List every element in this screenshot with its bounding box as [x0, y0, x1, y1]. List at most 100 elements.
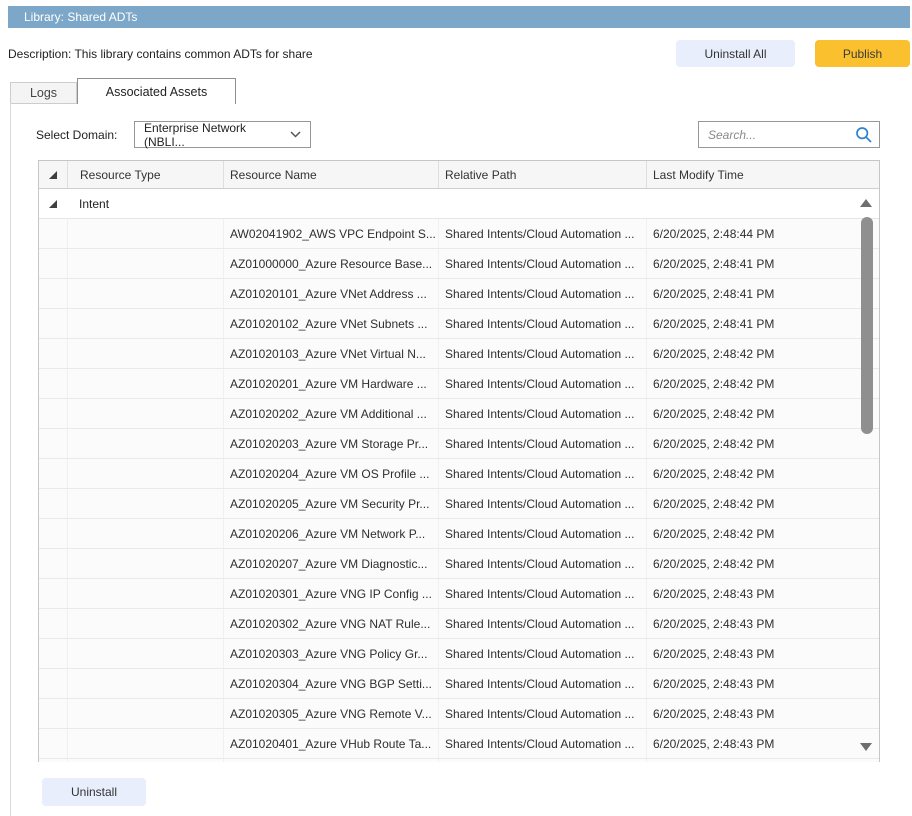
row-relative-path-cell: Shared Intents/Cloud Automation ...	[438, 579, 646, 608]
scroll-down-icon[interactable]	[860, 743, 872, 751]
table-row[interactable]: AZ01020101_Azure VNet Address ... Shared…	[39, 279, 879, 309]
row-relative-path-cell: Shared Intents/Cloud Automation ...	[438, 219, 646, 248]
row-resource-type-cell	[67, 729, 223, 758]
row-resource-type-cell	[67, 699, 223, 728]
table-row[interactable]	[39, 759, 879, 762]
row-resource-name-cell: AZ01020305_Azure VNG Remote V...	[223, 699, 438, 728]
domain-dropdown-value: Enterprise Network (NBLI...	[144, 121, 290, 149]
search-box	[698, 121, 880, 148]
domain-dropdown[interactable]: Enterprise Network (NBLI...	[134, 121, 311, 148]
uninstall-button[interactable]: Uninstall	[42, 778, 146, 806]
row-resource-name-cell: AZ01020401_Azure VHub Route Ta...	[223, 729, 438, 758]
row-expander-cell	[39, 309, 67, 338]
row-resource-type-cell	[67, 459, 223, 488]
table-row[interactable]: AZ01020304_Azure VNG BGP Setti... Shared…	[39, 669, 879, 699]
tab-logs[interactable]: Logs	[10, 82, 77, 104]
column-header-relative-path[interactable]: Relative Path	[438, 161, 646, 188]
header-expand-all-cell[interactable]	[39, 161, 67, 188]
window-title-bar: Library: Shared ADTs	[8, 6, 910, 28]
uninstall-all-button[interactable]: Uninstall All	[676, 40, 795, 67]
row-expander-cell	[39, 489, 67, 518]
row-expander-cell	[39, 459, 67, 488]
row-resource-type-cell	[67, 399, 223, 428]
table-row[interactable]: AZ01020301_Azure VNG IP Config ... Share…	[39, 579, 879, 609]
row-last-modify-time-cell: 6/20/2025, 2:48:43 PM	[646, 639, 879, 668]
select-domain-label: Select Domain:	[36, 128, 117, 142]
row-resource-type-cell	[67, 249, 223, 278]
row-expander-cell	[39, 399, 67, 428]
scroll-up-icon[interactable]	[860, 199, 872, 207]
row-last-modify-time-cell: 6/20/2025, 2:48:42 PM	[646, 399, 879, 428]
row-resource-name-cell: AZ01020304_Azure VNG BGP Setti...	[223, 669, 438, 698]
row-resource-name-cell: AZ01020203_Azure VM Storage Pr...	[223, 429, 438, 458]
table-row[interactable]: AZ01020202_Azure VM Additional ... Share…	[39, 399, 879, 429]
row-last-modify-time-cell: 6/20/2025, 2:48:42 PM	[646, 339, 879, 368]
panel-border	[10, 103, 11, 816]
scrollbar-thumb[interactable]	[861, 217, 873, 434]
table-row[interactable]: AZ01020305_Azure VNG Remote V... Shared …	[39, 699, 879, 729]
row-expander-cell	[39, 699, 67, 728]
row-resource-type-cell	[67, 549, 223, 578]
row-last-modify-time-cell: 6/20/2025, 2:48:42 PM	[646, 459, 879, 488]
row-last-modify-time-cell: 6/20/2025, 2:48:44 PM	[646, 219, 879, 248]
row-resource-name-cell: AZ01020205_Azure VM Security Pr...	[223, 489, 438, 518]
row-expander-cell	[39, 609, 67, 638]
row-last-modify-time-cell: 6/20/2025, 2:48:43 PM	[646, 579, 879, 608]
group-row-intent[interactable]: Intent	[39, 189, 879, 219]
row-relative-path-cell: Shared Intents/Cloud Automation ...	[438, 369, 646, 398]
search-input[interactable]	[708, 128, 855, 142]
table-row[interactable]: AZ01020401_Azure VHub Route Ta... Shared…	[39, 729, 879, 759]
row-resource-name-cell: AZ01020103_Azure VNet Virtual N...	[223, 339, 438, 368]
column-header-resource-type[interactable]: Resource Type	[67, 161, 223, 188]
row-resource-type-cell	[67, 579, 223, 608]
row-expander-cell	[39, 519, 67, 548]
row-resource-name-cell: AZ01020201_Azure VM Hardware ...	[223, 369, 438, 398]
table-row[interactable]: AZ01020201_Azure VM Hardware ... Shared …	[39, 369, 879, 399]
table-row[interactable]: AZ01020206_Azure VM Network P... Shared …	[39, 519, 879, 549]
table-row[interactable]: AZ01020303_Azure VNG Policy Gr... Shared…	[39, 639, 879, 669]
row-resource-name-cell: AZ01020202_Azure VM Additional ...	[223, 399, 438, 428]
row-last-modify-time-cell: 6/20/2025, 2:48:42 PM	[646, 489, 879, 518]
table-header-row: Resource Type Resource Name Relative Pat…	[39, 161, 879, 189]
row-relative-path-cell: Shared Intents/Cloud Automation ...	[438, 729, 646, 758]
row-resource-name-cell	[223, 759, 438, 762]
row-resource-name-cell: AZ01020301_Azure VNG IP Config ...	[223, 579, 438, 608]
row-relative-path-cell: Shared Intents/Cloud Automation ...	[438, 699, 646, 728]
group-expander[interactable]	[39, 200, 67, 208]
row-relative-path-cell: Shared Intents/Cloud Automation ...	[438, 489, 646, 518]
row-resource-type-cell	[67, 369, 223, 398]
search-icon[interactable]	[855, 126, 873, 144]
row-resource-type-cell	[67, 279, 223, 308]
page-title: Library: Shared ADTs	[24, 10, 137, 24]
column-header-resource-name[interactable]: Resource Name	[223, 161, 438, 188]
row-expander-cell	[39, 429, 67, 458]
row-resource-type-cell	[67, 309, 223, 338]
row-resource-type-cell	[67, 639, 223, 668]
row-relative-path-cell: Shared Intents/Cloud Automation ...	[438, 249, 646, 278]
table-row[interactable]: AZ01020102_Azure VNet Subnets ... Shared…	[39, 309, 879, 339]
row-resource-type-cell	[67, 759, 223, 762]
row-last-modify-time-cell: 6/20/2025, 2:48:42 PM	[646, 429, 879, 458]
row-last-modify-time-cell: 6/20/2025, 2:48:42 PM	[646, 519, 879, 548]
table-row[interactable]: AZ01020302_Azure VNG NAT Rule... Shared …	[39, 609, 879, 639]
row-relative-path-cell: Shared Intents/Cloud Automation ...	[438, 519, 646, 548]
row-relative-path-cell: Shared Intents/Cloud Automation ...	[438, 639, 646, 668]
publish-button[interactable]: Publish	[815, 40, 910, 67]
column-header-last-modify-time[interactable]: Last Modify Time	[646, 161, 879, 188]
table-row[interactable]: AZ01000000_Azure Resource Base... Shared…	[39, 249, 879, 279]
row-resource-name-cell: AZ01020303_Azure VNG Policy Gr...	[223, 639, 438, 668]
row-last-modify-time-cell: 6/20/2025, 2:48:41 PM	[646, 309, 879, 338]
row-expander-cell	[39, 759, 67, 762]
row-relative-path-cell: Shared Intents/Cloud Automation ...	[438, 459, 646, 488]
table-row[interactable]: AW02041902_AWS VPC Endpoint S... Shared …	[39, 219, 879, 249]
table-row[interactable]: AZ01020203_Azure VM Storage Pr... Shared…	[39, 429, 879, 459]
table-row[interactable]: AZ01020207_Azure VM Diagnostic... Shared…	[39, 549, 879, 579]
table-row[interactable]: AZ01020205_Azure VM Security Pr... Share…	[39, 489, 879, 519]
table-row[interactable]: AZ01020204_Azure VM OS Profile ... Share…	[39, 459, 879, 489]
row-resource-name-cell: AZ01020302_Azure VNG NAT Rule...	[223, 609, 438, 638]
tab-associated-assets[interactable]: Associated Assets	[77, 78, 236, 104]
group-label: Intent	[67, 197, 879, 211]
row-relative-path-cell: Shared Intents/Cloud Automation ...	[438, 669, 646, 698]
row-expander-cell	[39, 339, 67, 368]
table-row[interactable]: AZ01020103_Azure VNet Virtual N... Share…	[39, 339, 879, 369]
